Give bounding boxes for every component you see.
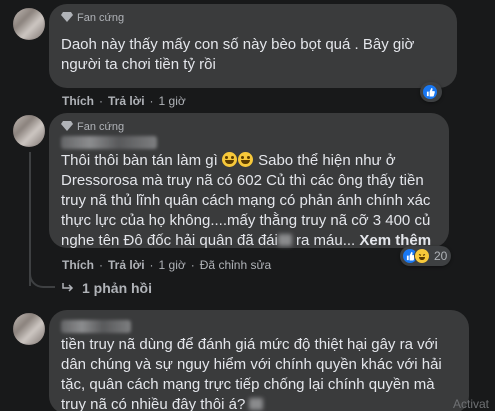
comment-text: Daoh này thấy mấy con số này bèo bọt quá… <box>61 36 419 73</box>
badge-label: Fan cứng <box>77 12 125 24</box>
grinning-sweat-emoji <box>221 152 237 167</box>
commenter-name[interactable] <box>61 136 157 149</box>
grinning-sweat-emoji <box>237 152 253 167</box>
like-button[interactable]: Thích <box>62 258 94 272</box>
comment-bubble-2: Fan cứng Thôi thôi bàn tán làm gì Sabo t… <box>49 113 449 251</box>
timestamp[interactable]: 1 giờ <box>159 258 186 272</box>
view-replies-link[interactable]: 1 phản hồi <box>62 280 152 296</box>
reply-thread-curve <box>29 262 55 288</box>
commenter-name[interactable] <box>61 320 131 333</box>
edited-label[interactable]: Đã chỉnh sửa <box>200 258 271 272</box>
comment-text: Thôi thôi bàn tán làm gì Sabo thể hiện n… <box>61 151 437 251</box>
comment-actions: Thích · Trả lời · 1 giờ <box>62 94 186 108</box>
badge-label: Fan cứng <box>77 121 125 133</box>
comment-bubble-1: Fan cứng Daoh này thấy mấy con số này bè… <box>49 4 457 88</box>
fan-badge: Fan cứng <box>61 120 437 134</box>
haha-icon <box>414 248 430 264</box>
comment-text-part: ra máu... <box>291 232 360 249</box>
reply-button[interactable]: Trả lời <box>108 94 145 108</box>
comment-text: tiền truy nã dùng để đánh giá mức độ thi… <box>61 335 457 411</box>
activation-watermark: Activat <box>452 397 489 411</box>
fan-badge: Fan cứng <box>61 11 445 25</box>
diamond-icon <box>61 120 73 134</box>
like-button[interactable]: Thích <box>62 94 94 108</box>
reaction-count: 20 <box>434 249 448 263</box>
censored-text <box>277 234 292 246</box>
comment-actions: Thích · Trả lời · 1 giờ · Đã chỉnh sửa <box>62 258 272 272</box>
timestamp[interactable]: 1 giờ <box>159 94 186 108</box>
like-icon <box>422 84 438 100</box>
avatar[interactable] <box>13 313 45 345</box>
reaction-summary[interactable]: 20 <box>400 246 452 266</box>
comment-bubble-3: tiền truy nã dùng để đánh giá mức độ thi… <box>49 310 469 411</box>
reply-arrow-icon <box>62 280 74 296</box>
diamond-icon <box>61 11 73 25</box>
comment-text-part: Thôi thôi bàn tán làm gì <box>61 152 222 169</box>
censored-text <box>249 398 264 410</box>
reaction-summary[interactable] <box>420 82 442 102</box>
reply-button[interactable]: Trả lời <box>108 258 145 272</box>
avatar[interactable] <box>13 8 45 40</box>
avatar[interactable] <box>13 115 45 147</box>
replies-count-label[interactable]: 1 phản hồi <box>82 280 152 296</box>
